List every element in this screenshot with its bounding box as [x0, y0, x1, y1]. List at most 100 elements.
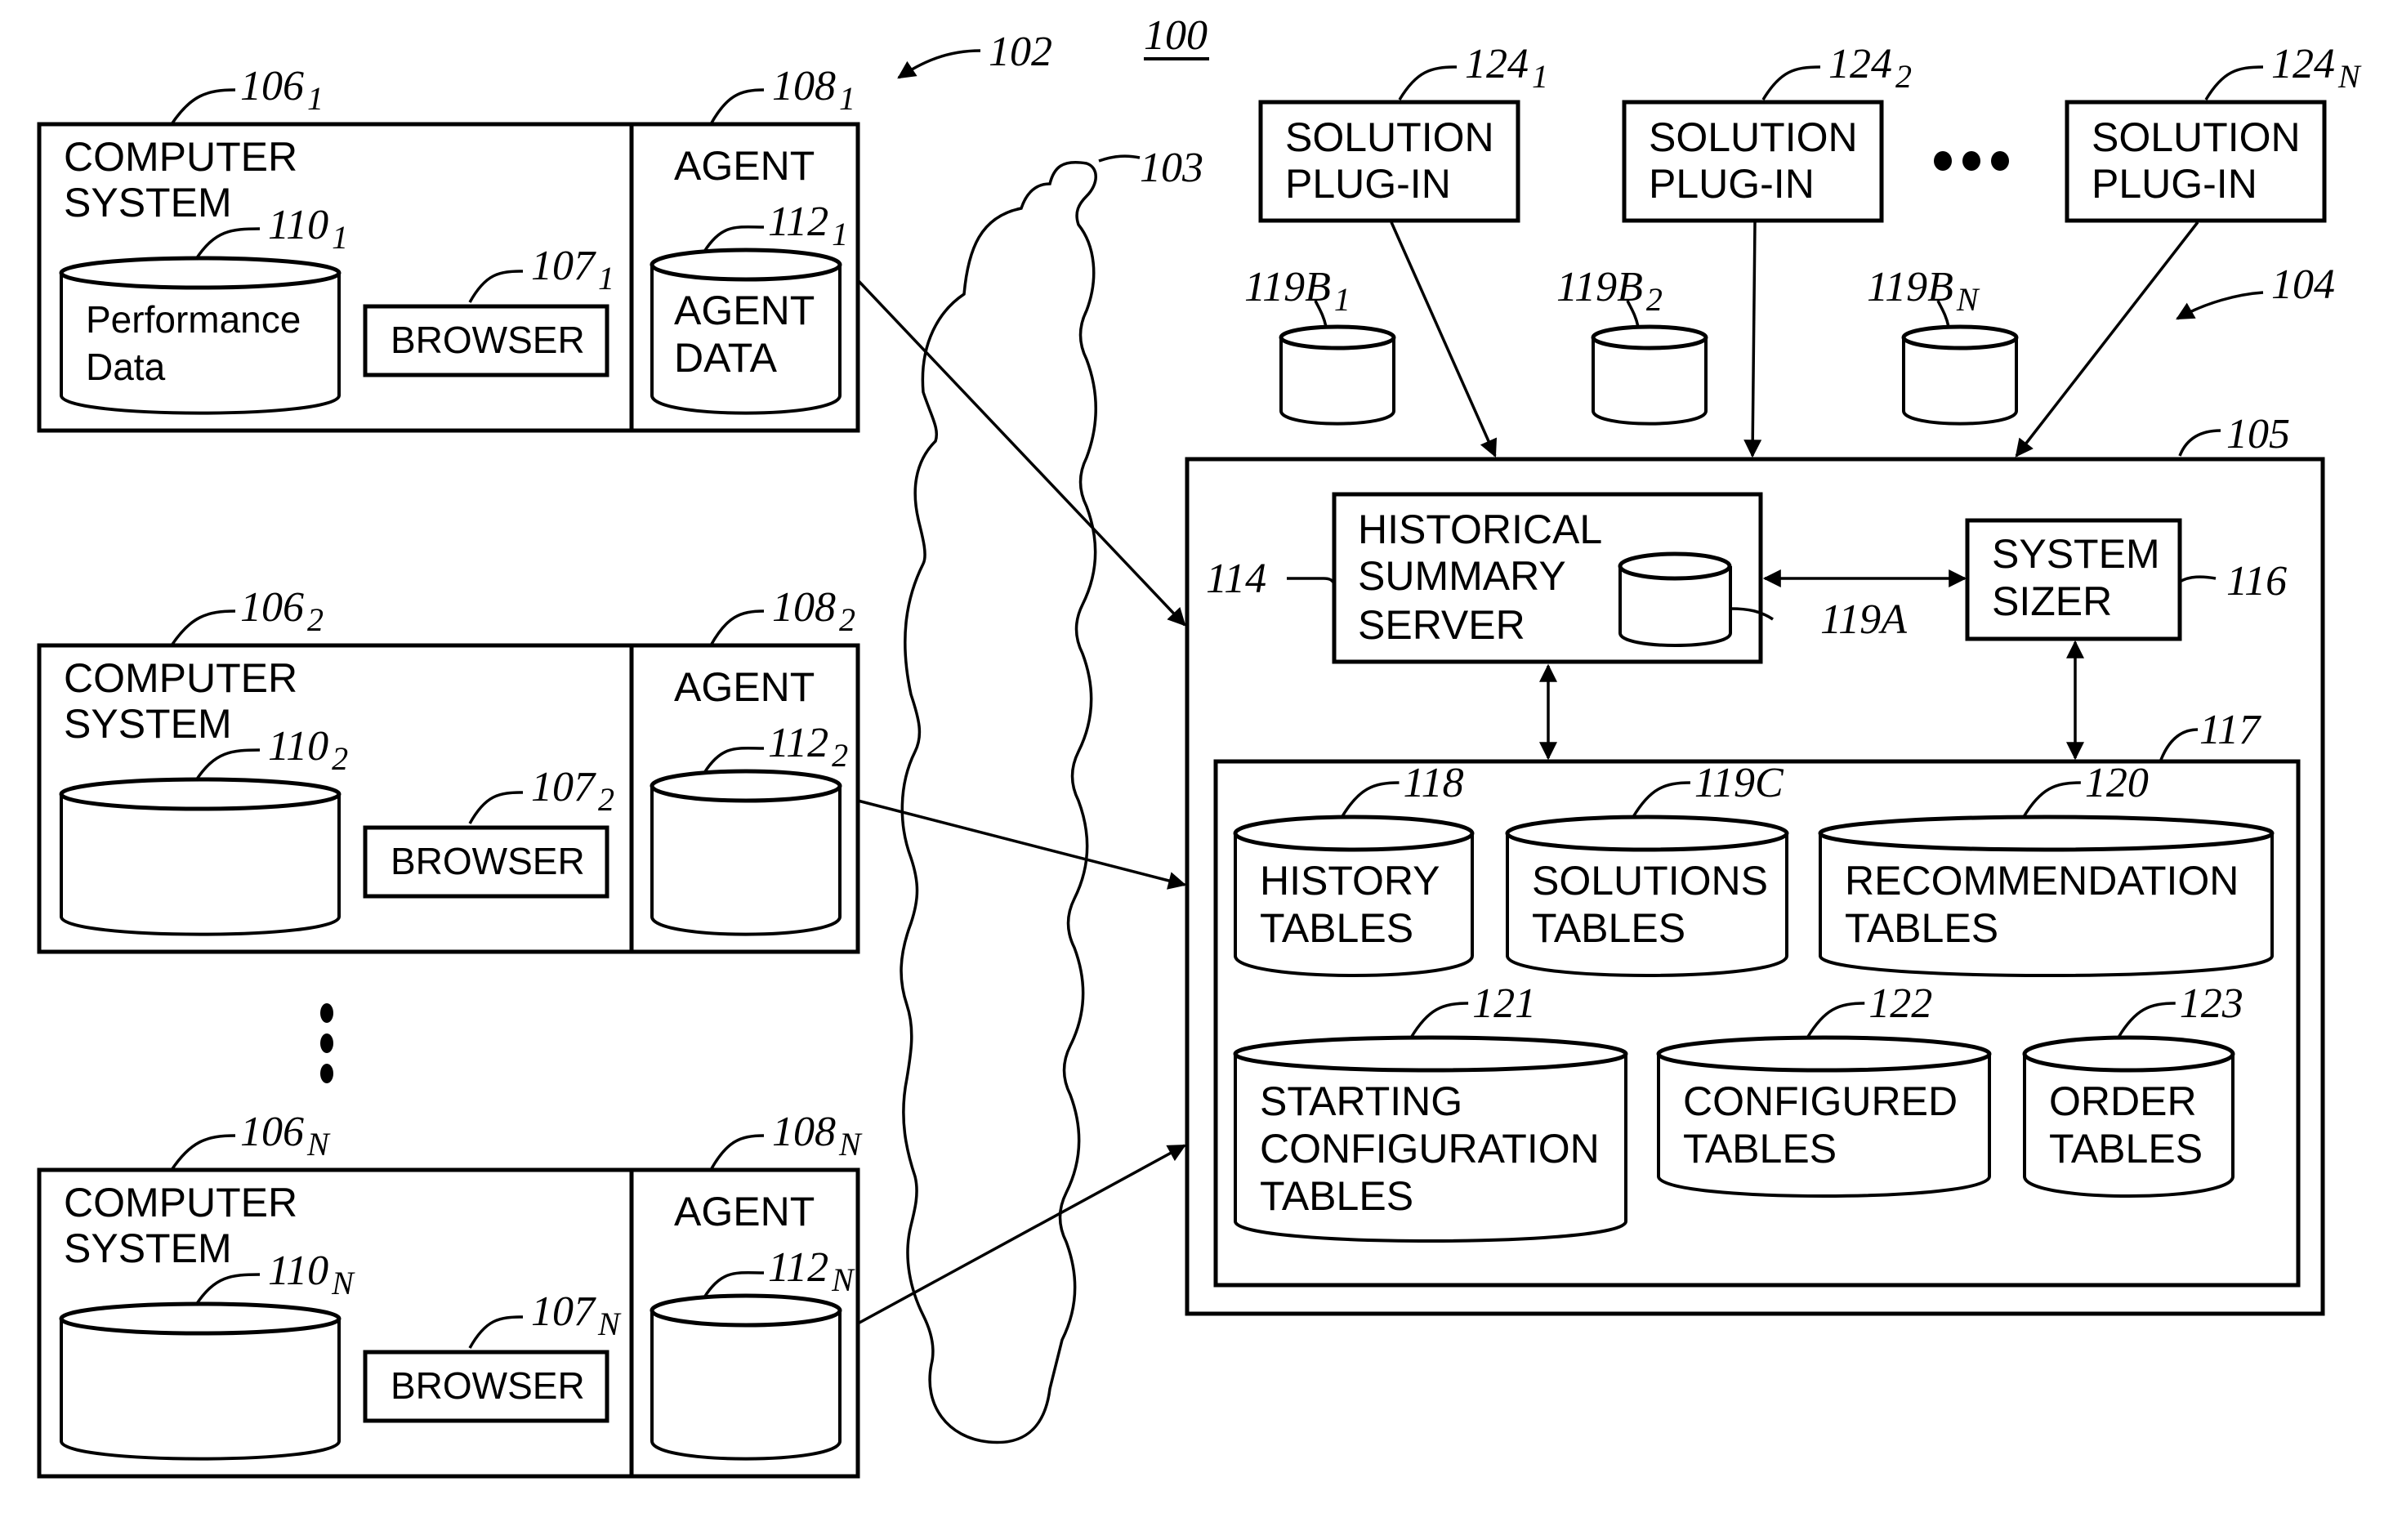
table-label-1: CONFIGURED: [1683, 1078, 1958, 1124]
ref-108-number: 108: [772, 63, 836, 109]
ref-119b: 119B 2: [1556, 264, 1663, 318]
solution-plugin-label-2: PLUG-IN: [1649, 161, 1815, 207]
computer-system-title-2: SYSTEM: [64, 701, 232, 747]
ref-122: 122: [1868, 980, 1932, 1027]
ref-108-number: 108: [772, 584, 836, 631]
ref-119b-number: 119B: [1867, 264, 1953, 310]
system-sizer-label-1: SYSTEM: [1992, 531, 2160, 577]
browser-label: BROWSER: [391, 1364, 585, 1407]
ref-106: 106 1: [240, 63, 324, 117]
computer-system-3[interactable]: COMPUTERSYSTEM106 N110 NBROWSER107 NAGENT10…: [37, 1109, 863, 1479]
ref-103: 103: [1140, 145, 1203, 191]
ref-124-number: 124: [1828, 41, 1892, 87]
ref-110-subscript: 1: [332, 219, 348, 256]
solution-plugin-label-1: SOLUTION: [1285, 114, 1494, 160]
solution-plugin-label-1: SOLUTION: [2092, 114, 2301, 160]
ref-124: 124 2: [1828, 41, 1912, 95]
historical-server-label-2: SUMMARY: [1358, 553, 1566, 599]
ref-112-number: 112: [768, 199, 828, 245]
network-cloud: 103: [900, 145, 1203, 1444]
browser-box[interactable]: BROWSER: [363, 1350, 609, 1423]
ref-108-subscript: 1: [839, 80, 855, 117]
ref-102-group: 102: [897, 29, 1052, 79]
ref-112-subscript: 1: [832, 216, 848, 252]
agent-label: AGENT: [674, 1189, 815, 1234]
ref-119b-subscript: 1: [1334, 281, 1351, 318]
performance-data-db-icon: [59, 777, 342, 936]
browser-label: BROWSER: [391, 840, 585, 882]
db-119b-icon: [1901, 324, 2019, 426]
ref-107-number: 107: [531, 1288, 596, 1335]
system-sizer-label-2: SIZER: [1992, 578, 2112, 624]
db-119b-icon: [1591, 324, 1708, 426]
solution-plugin-1[interactable]: SOLUTIONPLUG-IN 124 1: [1258, 41, 1548, 223]
performance-data-label-1: Performance: [86, 298, 301, 341]
table-label-1: STARTING: [1260, 1078, 1462, 1124]
ref-119b: 119B N: [1867, 264, 1980, 318]
browser-box[interactable]: BROWSER: [363, 304, 609, 377]
performance-data-label-2: Data: [86, 346, 166, 388]
ref-119b-subscript: N: [1956, 281, 1980, 318]
ref-124-number: 124: [2271, 41, 2335, 87]
ref-108-number: 108: [772, 1109, 836, 1155]
solution-plugin-label-2: PLUG-IN: [1285, 161, 1451, 207]
ref-119b-subscript: 2: [1646, 281, 1663, 318]
table-label-2: TABLES: [1260, 905, 1413, 951]
table-label-2: TABLES: [1532, 905, 1685, 951]
ref-107-number: 107: [531, 764, 596, 810]
ref-104-group: 104: [2176, 261, 2335, 320]
computer-system-2[interactable]: COMPUTERSYSTEM106 2110 2BROWSER107 2AGENT10…: [37, 584, 860, 954]
table-label-1: RECOMMENDATION: [1845, 858, 2239, 904]
ref-108-subscript: N: [838, 1126, 863, 1163]
ref-120: 120: [2085, 760, 2149, 806]
ref-119a: 119A: [1820, 596, 1907, 643]
table-label-2: CONFIGURATION: [1260, 1126, 1600, 1172]
ref-124: 124 1: [1465, 41, 1548, 95]
plugin-db-2: 119B 2: [1556, 264, 1708, 426]
link-plugin-3-to-server: [2015, 221, 2199, 458]
ref-107-subscript: 1: [598, 260, 614, 297]
link-agent-n-to-server: [857, 1144, 1186, 1325]
ref-112-number: 112: [768, 720, 828, 766]
plugin-db-3: 119B N: [1867, 264, 2019, 426]
agent-data-label-1: AGENT: [674, 288, 815, 333]
solution-plugin-label-2: PLUG-IN: [2092, 161, 2257, 207]
table-label-2: TABLES: [1845, 905, 1998, 951]
ref-102: 102: [989, 29, 1052, 75]
ref-110-number: 110: [268, 1248, 328, 1294]
table-label-1: HISTORY: [1260, 858, 1440, 904]
ref-110-number: 110: [268, 723, 328, 770]
ref-124-number: 124: [1465, 41, 1529, 87]
ref-119b: 119B 1: [1244, 264, 1351, 318]
solution-plugin-3[interactable]: SOLUTIONPLUG-IN 124 N: [2065, 41, 2362, 223]
table-label-2: TABLES: [1683, 1126, 1837, 1172]
link-plugin-2-to-server: [1743, 221, 1762, 458]
system-diagram: 100 102 103 COMPUTERSYSTEM106 1110 1Perfor…: [37, 12, 2362, 1479]
agent-data-db-icon: [650, 769, 842, 936]
ref-107-subscript: N: [597, 1306, 622, 1342]
ref-105: 105: [2226, 411, 2290, 458]
link-agent-1-to-server: [856, 279, 1186, 627]
ref-116: 116: [2226, 558, 2287, 605]
browser-box[interactable]: BROWSER: [363, 825, 609, 899]
ref-108: 108 2: [772, 584, 855, 638]
db-119a-icon: [1618, 551, 1732, 647]
more-systems-ellipsis: [320, 1003, 333, 1083]
link-plugin-1-to-server: [1390, 221, 1498, 458]
ref-124-subscript: 2: [1895, 58, 1912, 95]
ref-114: 114: [1206, 556, 1266, 602]
solution-plugin-2[interactable]: SOLUTIONPLUG-IN 124 2: [1622, 41, 1912, 223]
computer-system-title-2: SYSTEM: [64, 1225, 232, 1271]
ref-106: 106 2: [240, 584, 324, 638]
ref-118: 118: [1404, 760, 1464, 806]
computer-system-1[interactable]: COMPUTERSYSTEM106 1110 1PerformanceDataBRO…: [37, 63, 860, 433]
ref-106-number: 106: [240, 1109, 304, 1155]
ref-117: 117: [2199, 707, 2261, 753]
agent-label: AGENT: [674, 143, 815, 189]
ref-112-subscript: 2: [832, 737, 848, 774]
agent-label: AGENT: [674, 664, 815, 710]
ref-112-subscript: N: [831, 1261, 855, 1298]
table-label-3: TABLES: [1260, 1173, 1413, 1219]
agent-data-db-icon: [650, 1293, 842, 1461]
more-plugins-ellipsis: [1934, 151, 2009, 171]
